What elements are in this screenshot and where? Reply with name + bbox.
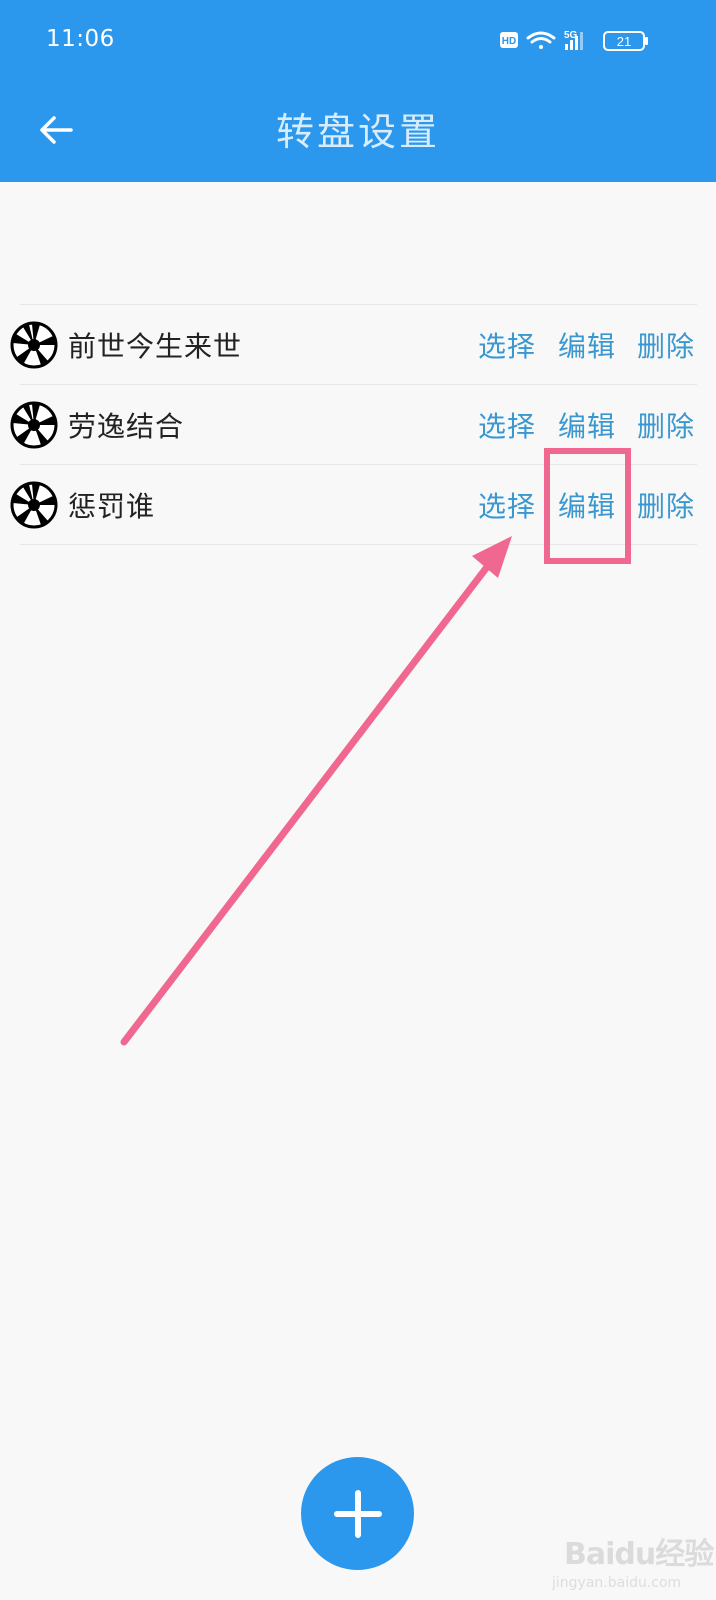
status-icons: HD 5G 21 [500,30,648,51]
wheel-name: 劳逸结合 [68,410,185,443]
hd-icon: HD [500,32,518,48]
signal-icon: 5G [564,30,583,50]
wheel-name: 前世今生来世 [68,330,243,363]
delete-button[interactable]: 删除 [637,325,695,365]
hd-label: HD [502,36,516,47]
delete-button[interactable]: 删除 [637,485,695,525]
wheel-icon [10,321,58,369]
delete-button[interactable]: 删除 [637,405,695,445]
annotation-arrow [120,536,512,1046]
watermark-brand: Baidu经验 [564,1537,714,1572]
select-button[interactable]: 选择 [478,485,536,525]
watermark-url: jingyan.baidu.com [552,1575,682,1591]
status-time: 11:06 [46,26,115,52]
battery-level: 21 [617,34,631,49]
page-title: 转盘设置 [275,110,440,154]
edit-button[interactable]: 编辑 [558,325,616,365]
select-button[interactable]: 选择 [478,405,536,445]
baidu-watermark: Baidu经验 jingyan.baidu.com [548,1523,714,1595]
annotation-highlight-box [544,448,631,564]
wheel-icon [10,481,58,529]
wheel-icon [10,401,58,449]
wifi-icon [526,31,556,49]
app-header: 11:06 HD 5G 21 转盘设置 [0,0,716,182]
list-item: 前世今生来世 选择 编辑 删除 [10,305,697,384]
plus-icon [333,1489,382,1538]
add-wheel-button[interactable] [301,1457,414,1570]
wheel-name: 惩罚谁 [68,490,156,523]
battery-icon: 21 [603,31,648,51]
select-button[interactable]: 选择 [478,325,536,365]
edit-button[interactable]: 编辑 [558,405,616,445]
